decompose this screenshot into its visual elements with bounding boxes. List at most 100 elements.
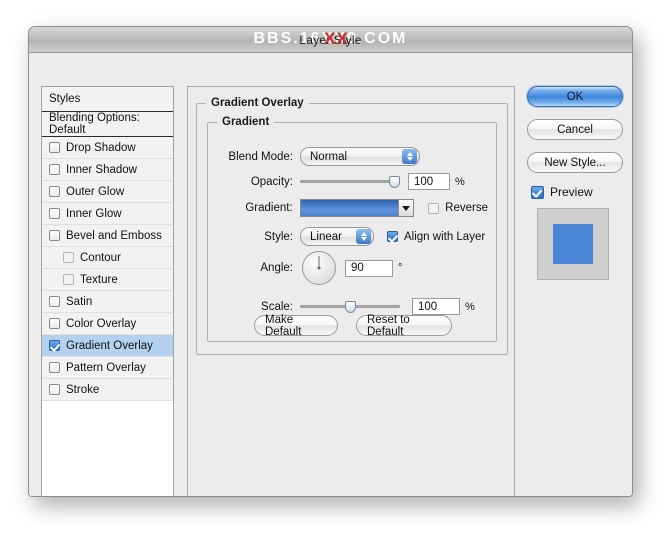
scale-row: Scale: 100 % (218, 298, 488, 315)
style-effect-checkbox[interactable] (49, 142, 60, 153)
reset-to-default-button[interactable]: Reset to Default (356, 313, 452, 338)
opacity-unit: % (455, 175, 465, 188)
gradient-row: Gradient: Reverse (218, 199, 488, 217)
gradient-label: Gradient: (245, 202, 293, 214)
sidebar-item-stroke[interactable]: Stroke (42, 379, 173, 401)
sidebar-item-label: Bevel and Emboss (66, 229, 162, 242)
opacity-slider[interactable] (300, 175, 400, 189)
cancel-button[interactable]: Cancel (527, 119, 623, 140)
sidebar-item-bevel-and-emboss[interactable]: Bevel and Emboss (42, 225, 173, 247)
style-value: Linear (310, 230, 342, 243)
scale-value: 100 (418, 300, 438, 313)
gradient-overlay-panel: Gradient Overlay Gradient Blend Mode: No… (187, 86, 515, 496)
sidebar-item-label: Contour (80, 251, 121, 264)
style-effect-checkbox[interactable] (49, 186, 60, 197)
style-effect-checkbox[interactable] (49, 230, 60, 241)
gradient-picker-dropdown-icon[interactable] (398, 200, 414, 216)
sidebar-item-label: Inner Shadow (66, 163, 137, 176)
sidebar-item-label: Outer Glow (66, 185, 125, 198)
gradient-overlay-groupbox: Gradient Overlay Gradient Blend Mode: No… (196, 97, 508, 355)
angle-label: Angle: (260, 262, 293, 274)
new-style-label: New Style... (544, 156, 606, 169)
blending-options-label: Blending Options: Default (49, 112, 140, 136)
angle-unit: ° (398, 262, 403, 274)
scale-slider[interactable] (300, 300, 400, 314)
preview-label: Preview (550, 185, 593, 199)
style-effect-checkbox[interactable] (49, 340, 60, 351)
sidebar-item-label: Gradient Overlay (66, 339, 153, 352)
sidebar-item-outer-glow[interactable]: Outer Glow (42, 181, 173, 203)
preview-toggle[interactable]: Preview (531, 185, 593, 199)
sidebar-item-contour[interactable]: Contour (42, 247, 173, 269)
sidebar-item-label: Satin (66, 295, 93, 308)
scale-input[interactable]: 100 (412, 298, 460, 315)
style-effect-checkbox[interactable] (49, 384, 60, 395)
style-effect-checkbox[interactable] (49, 164, 60, 175)
blend-mode-select[interactable]: Normal (300, 147, 420, 166)
dialog-body: Styles Blending Options: Default Drop Sh… (29, 53, 632, 496)
make-default-label: Make Default (265, 313, 302, 338)
sidebar-item-label: Stroke (66, 383, 100, 396)
style-effect-checkbox[interactable] (49, 318, 60, 329)
sidebar-item-label: Inner Glow (66, 207, 122, 220)
gradient-overlay-legend: Gradient Overlay (206, 97, 309, 109)
sidebar-item-drop-shadow[interactable]: Drop Shadow (42, 137, 173, 159)
chevron-updown-icon (356, 229, 371, 244)
dialog-titlebar: PS教程论坛 BBS.16XX9.COM Layer Style XX (29, 27, 632, 53)
reverse-checkbox[interactable] (428, 202, 440, 214)
styles-panel-header-label: Styles (49, 93, 81, 105)
sidebar-item-inner-shadow[interactable]: Inner Shadow (42, 159, 173, 181)
style-select[interactable]: Linear (300, 227, 374, 246)
align-with-layer-checkbox[interactable] (387, 231, 398, 242)
scale-slider-knob[interactable] (344, 300, 356, 313)
reset-to-default-label: Reset to Default (367, 313, 410, 338)
make-default-button[interactable]: Make Default (254, 313, 338, 338)
sidebar-item-label: Color Overlay (66, 317, 137, 330)
sidebar-item-color-overlay[interactable]: Color Overlay (42, 313, 173, 335)
angle-row: Angle: 90 ° (218, 251, 488, 285)
sidebar-item-pattern-overlay[interactable]: Pattern Overlay (42, 357, 173, 379)
chevron-updown-icon (402, 149, 417, 164)
opacity-slider-track (300, 180, 400, 183)
scale-label: Scale: (261, 300, 293, 313)
ok-label: OK (566, 90, 584, 103)
preview-swatch (553, 224, 593, 264)
sidebar-item-satin[interactable]: Satin (42, 291, 173, 313)
align-with-layer-label: Align with Layer (404, 230, 486, 243)
angle-input[interactable]: 90 (345, 259, 393, 277)
ok-button[interactable]: OK (527, 86, 623, 107)
blend-mode-label: Blend Mode: (228, 150, 293, 163)
sidebar-item-label: Texture (80, 273, 118, 286)
style-effect-checkbox[interactable] (49, 208, 60, 219)
angle-dial-hub (317, 266, 321, 270)
opacity-row: Opacity: 100 % (218, 173, 488, 190)
sidebar-item-inner-glow[interactable]: Inner Glow (42, 203, 173, 225)
sidebar-item-label: Pattern Overlay (66, 361, 146, 374)
sidebar-item-gradient-overlay[interactable]: Gradient Overlay (42, 335, 173, 357)
style-effect-checkbox[interactable] (49, 296, 60, 307)
blend-mode-value: Normal (310, 150, 348, 163)
opacity-slider-knob[interactable] (389, 175, 400, 188)
dialog-title: Layer Style (299, 32, 362, 47)
style-effect-checkbox[interactable] (63, 252, 74, 263)
styles-panel-header: Styles (42, 87, 173, 112)
opacity-input[interactable]: 100 (408, 173, 450, 190)
style-effect-checkbox[interactable] (49, 362, 60, 373)
opacity-label: Opacity: (250, 175, 293, 188)
angle-value: 90 (351, 262, 364, 274)
style-effect-list: Drop Shadow Inner Shadow Outer Glow Inner G… (42, 137, 173, 401)
style-effect-checkbox[interactable] (63, 274, 74, 285)
sidebar-item-texture[interactable]: Texture (42, 269, 173, 291)
sidebar-item-blending-options[interactable]: Blending Options: Default (42, 112, 173, 137)
cancel-label: Cancel (557, 123, 593, 136)
preview-checkbox[interactable] (531, 185, 544, 199)
new-style-button[interactable]: New Style... (527, 152, 623, 173)
gradient-legend: Gradient (217, 116, 275, 128)
watermark-top-text: PS教程论坛 (29, 27, 632, 29)
styles-panel: Styles Blending Options: Default Drop Sh… (41, 86, 174, 496)
style-label: Style: (264, 230, 293, 243)
gradient-swatch[interactable] (299, 199, 415, 217)
gradient-groupbox: Gradient Blend Mode: Normal Opacity: 100… (207, 116, 497, 342)
angle-dial[interactable] (302, 251, 336, 285)
blend-mode-row: Blend Mode: Normal (218, 147, 488, 166)
